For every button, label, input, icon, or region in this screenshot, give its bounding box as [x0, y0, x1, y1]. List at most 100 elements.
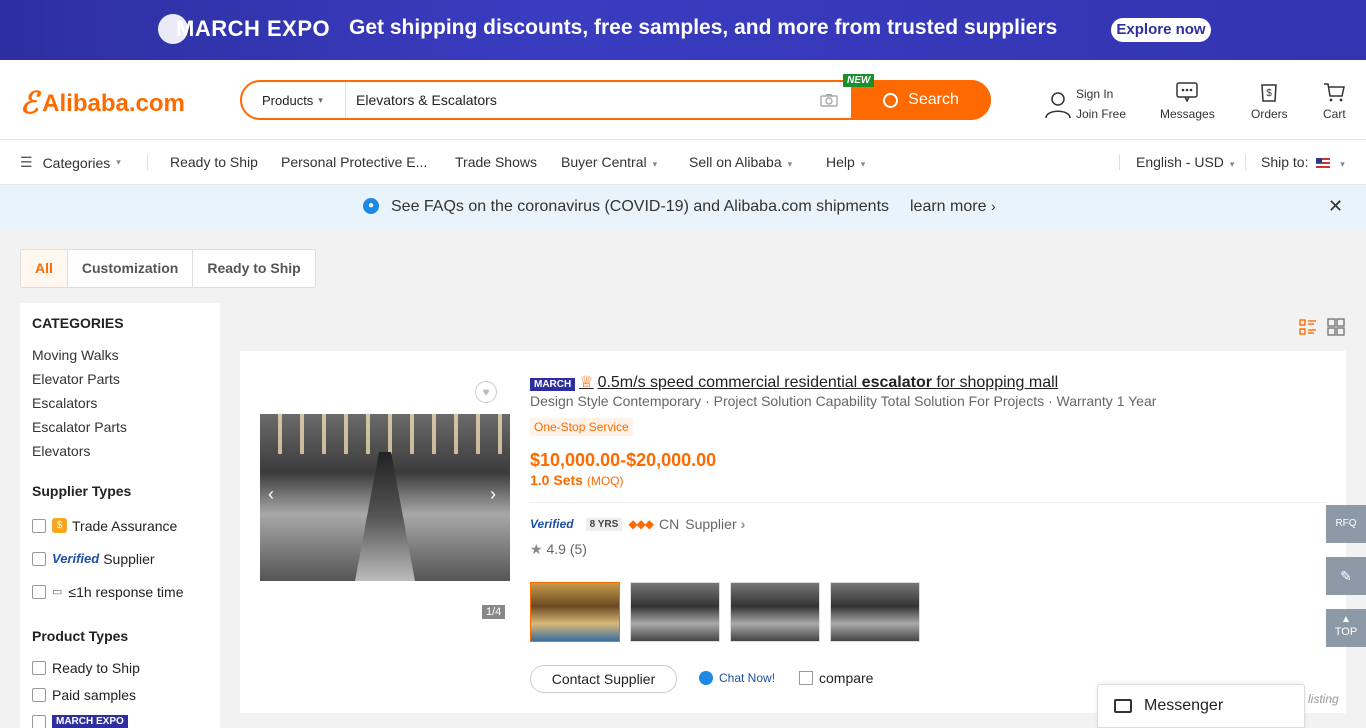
filter-response-time[interactable]: ▭ ≤1h response time — [32, 575, 208, 608]
chevron-down-icon: ▾ — [116, 157, 121, 167]
alibaba-mark-icon: ℰ — [20, 87, 39, 120]
product-rating: ★ 4.9 (5) — [530, 541, 587, 557]
thumbnail-image[interactable] — [730, 582, 820, 642]
listing-text: listing — [1308, 692, 1339, 706]
us-flag-icon — [1316, 158, 1331, 169]
checkbox[interactable] — [32, 660, 46, 675]
search-category-select[interactable]: Products ▾ — [242, 82, 346, 118]
tab-all[interactable]: All — [21, 250, 68, 287]
checkbox[interactable] — [32, 584, 46, 599]
nav-buyer-central[interactable]: Buyer Central ▾ — [561, 154, 657, 170]
diamond-rating-icon: ◆◆◆ — [628, 517, 654, 531]
chevron-right-icon: › — [990, 198, 996, 214]
thumbnail-strip — [530, 582, 930, 642]
product-image[interactable]: ‹ › — [260, 414, 510, 581]
thumbnail-image[interactable] — [530, 582, 620, 642]
chevron-right-icon[interactable]: › — [490, 484, 496, 505]
compare-checkbox[interactable]: compare — [799, 670, 873, 686]
product-title-link[interactable]: MARCH ♕ 0.5m/s speed commercial residentia… — [530, 372, 1058, 392]
nav-help[interactable]: Help ▾ — [826, 154, 865, 170]
filter-ready-to-ship[interactable]: Ready to Ship — [32, 654, 208, 681]
orders-link[interactable]: $ Orders — [1251, 82, 1288, 121]
sign-in-link[interactable]: Sign In — [1076, 84, 1126, 104]
nav-ready-to-ship[interactable]: Ready to Ship — [170, 154, 258, 170]
join-free-link[interactable]: Join Free — [1076, 104, 1126, 124]
product-types-heading: Product Types — [32, 628, 129, 644]
filter-paid-samples[interactable]: Paid samples — [32, 681, 208, 708]
chevron-down-icon: ▾ — [652, 159, 658, 169]
nav-sell-on-alibaba[interactable]: Sell on Alibaba ▾ — [689, 154, 792, 170]
checkbox[interactable] — [32, 687, 46, 702]
filter-march-expo[interactable]: MARCH EXPO — [32, 708, 208, 728]
chat-now-button[interactable]: Chat Now! — [699, 671, 775, 685]
star-icon: ★ — [530, 541, 543, 557]
feedback-button[interactable]: ✎ — [1326, 557, 1366, 595]
supplier-link[interactable]: Supplier — [685, 516, 736, 532]
messenger-icon — [1114, 699, 1132, 713]
language-currency-select[interactable]: English - USD ▾ — [1136, 154, 1234, 170]
nav-trade-shows[interactable]: Trade Shows — [455, 154, 537, 170]
grid-view-icon[interactable] — [1327, 318, 1345, 336]
chevron-down-icon: ▾ — [787, 159, 793, 169]
new-tag: NEW — [843, 74, 875, 87]
list-icon: ☰ — [20, 154, 33, 170]
close-icon[interactable]: ✕ — [1328, 196, 1343, 217]
chevron-down-icon: ▾ — [318, 94, 323, 105]
camera-icon[interactable] — [815, 82, 843, 118]
tab-customization[interactable]: Customization — [68, 250, 194, 287]
supplier-info[interactable]: Verified 8 YRS ◆◆◆ CN Supplier › — [530, 516, 745, 532]
contact-supplier-button[interactable]: Contact Supplier — [530, 665, 677, 693]
category-link[interactable]: Escalator Parts — [32, 415, 208, 439]
verified-logo: Verified — [52, 551, 100, 566]
product-moq: 1.0 Sets (MOQ) — [530, 472, 624, 488]
tab-ready-to-ship[interactable]: Ready to Ship — [193, 250, 314, 287]
explore-now-button[interactable]: Explore now — [1111, 18, 1211, 42]
messenger-widget[interactable]: Messenger — [1097, 684, 1305, 728]
one-stop-service-tag: One-Stop Service — [530, 418, 633, 436]
categories-heading: CATEGORIES — [32, 315, 124, 331]
thumbnail-image[interactable] — [630, 582, 720, 642]
filter-trade-assurance[interactable]: $ Trade Assurance — [32, 509, 208, 542]
message-icon — [1160, 82, 1215, 104]
chevron-left-icon[interactable]: ‹ — [268, 484, 274, 505]
promo-banner[interactable]: MARCH EXPO Get shipping discounts, free … — [0, 0, 1366, 60]
search-input[interactable]: Elevators & Escalators — [346, 82, 815, 118]
alibaba-logo[interactable]: ℰ Alibaba.com — [20, 86, 185, 121]
category-link[interactable]: Moving Walks — [32, 343, 208, 367]
rfq-button[interactable]: RFQ — [1326, 505, 1366, 543]
site-header: ℰ Alibaba.com Products ▾ Elevators & Esca… — [0, 60, 1366, 140]
chat-bubble-icon: ▭ — [52, 586, 63, 598]
learn-more-link[interactable]: learn more › — [910, 198, 996, 216]
checkbox[interactable] — [799, 671, 813, 685]
filter-sidebar: CATEGORIES Moving Walks Elevator Parts E… — [20, 303, 220, 728]
thumbnail-image[interactable] — [830, 582, 920, 642]
supplier-country: CN — [659, 516, 680, 532]
cart-link[interactable]: Cart — [1323, 82, 1346, 121]
product-type-tabs: All Customization Ready to Ship — [20, 249, 316, 288]
category-link[interactable]: Elevator Parts — [32, 367, 208, 391]
category-link[interactable]: Elevators — [32, 439, 208, 463]
account-menu[interactable]: Sign In Join Free — [1043, 84, 1126, 124]
messages-link[interactable]: Messages — [1160, 82, 1215, 121]
search-icon — [883, 92, 899, 108]
category-link[interactable]: Escalators — [32, 391, 208, 415]
orders-icon: $ — [1251, 82, 1288, 104]
march-expo-badge: MARCH EXPO — [52, 715, 128, 728]
checkbox[interactable] — [32, 551, 46, 566]
list-view-icon[interactable] — [1299, 318, 1317, 336]
checkbox[interactable] — [32, 714, 46, 728]
chevron-right-icon: › — [740, 516, 746, 532]
back-to-top-button[interactable]: ▲ TOP — [1326, 609, 1366, 647]
heart-icon[interactable]: ♥ — [475, 381, 497, 403]
ship-to-select[interactable]: Ship to: ▾ — [1261, 154, 1345, 170]
arrow-up-icon: ▲ — [1341, 614, 1351, 625]
edit-icon: ✎ — [1340, 568, 1352, 584]
years-badge: 8 YRS — [585, 517, 623, 531]
checkbox[interactable] — [32, 518, 46, 533]
product-price: $10,000.00-$20,000.00 — [530, 450, 717, 470]
filter-verified-supplier[interactable]: Verified Supplier — [32, 542, 208, 575]
categories-menu[interactable]: ☰ Categories ▾ — [20, 154, 121, 171]
covid-notice-bar: ● See FAQs on the coronavirus (COVID-19)… — [0, 185, 1366, 229]
chevron-down-icon: ▾ — [860, 159, 866, 169]
nav-personal-protective[interactable]: Personal Protective E... — [281, 154, 427, 170]
